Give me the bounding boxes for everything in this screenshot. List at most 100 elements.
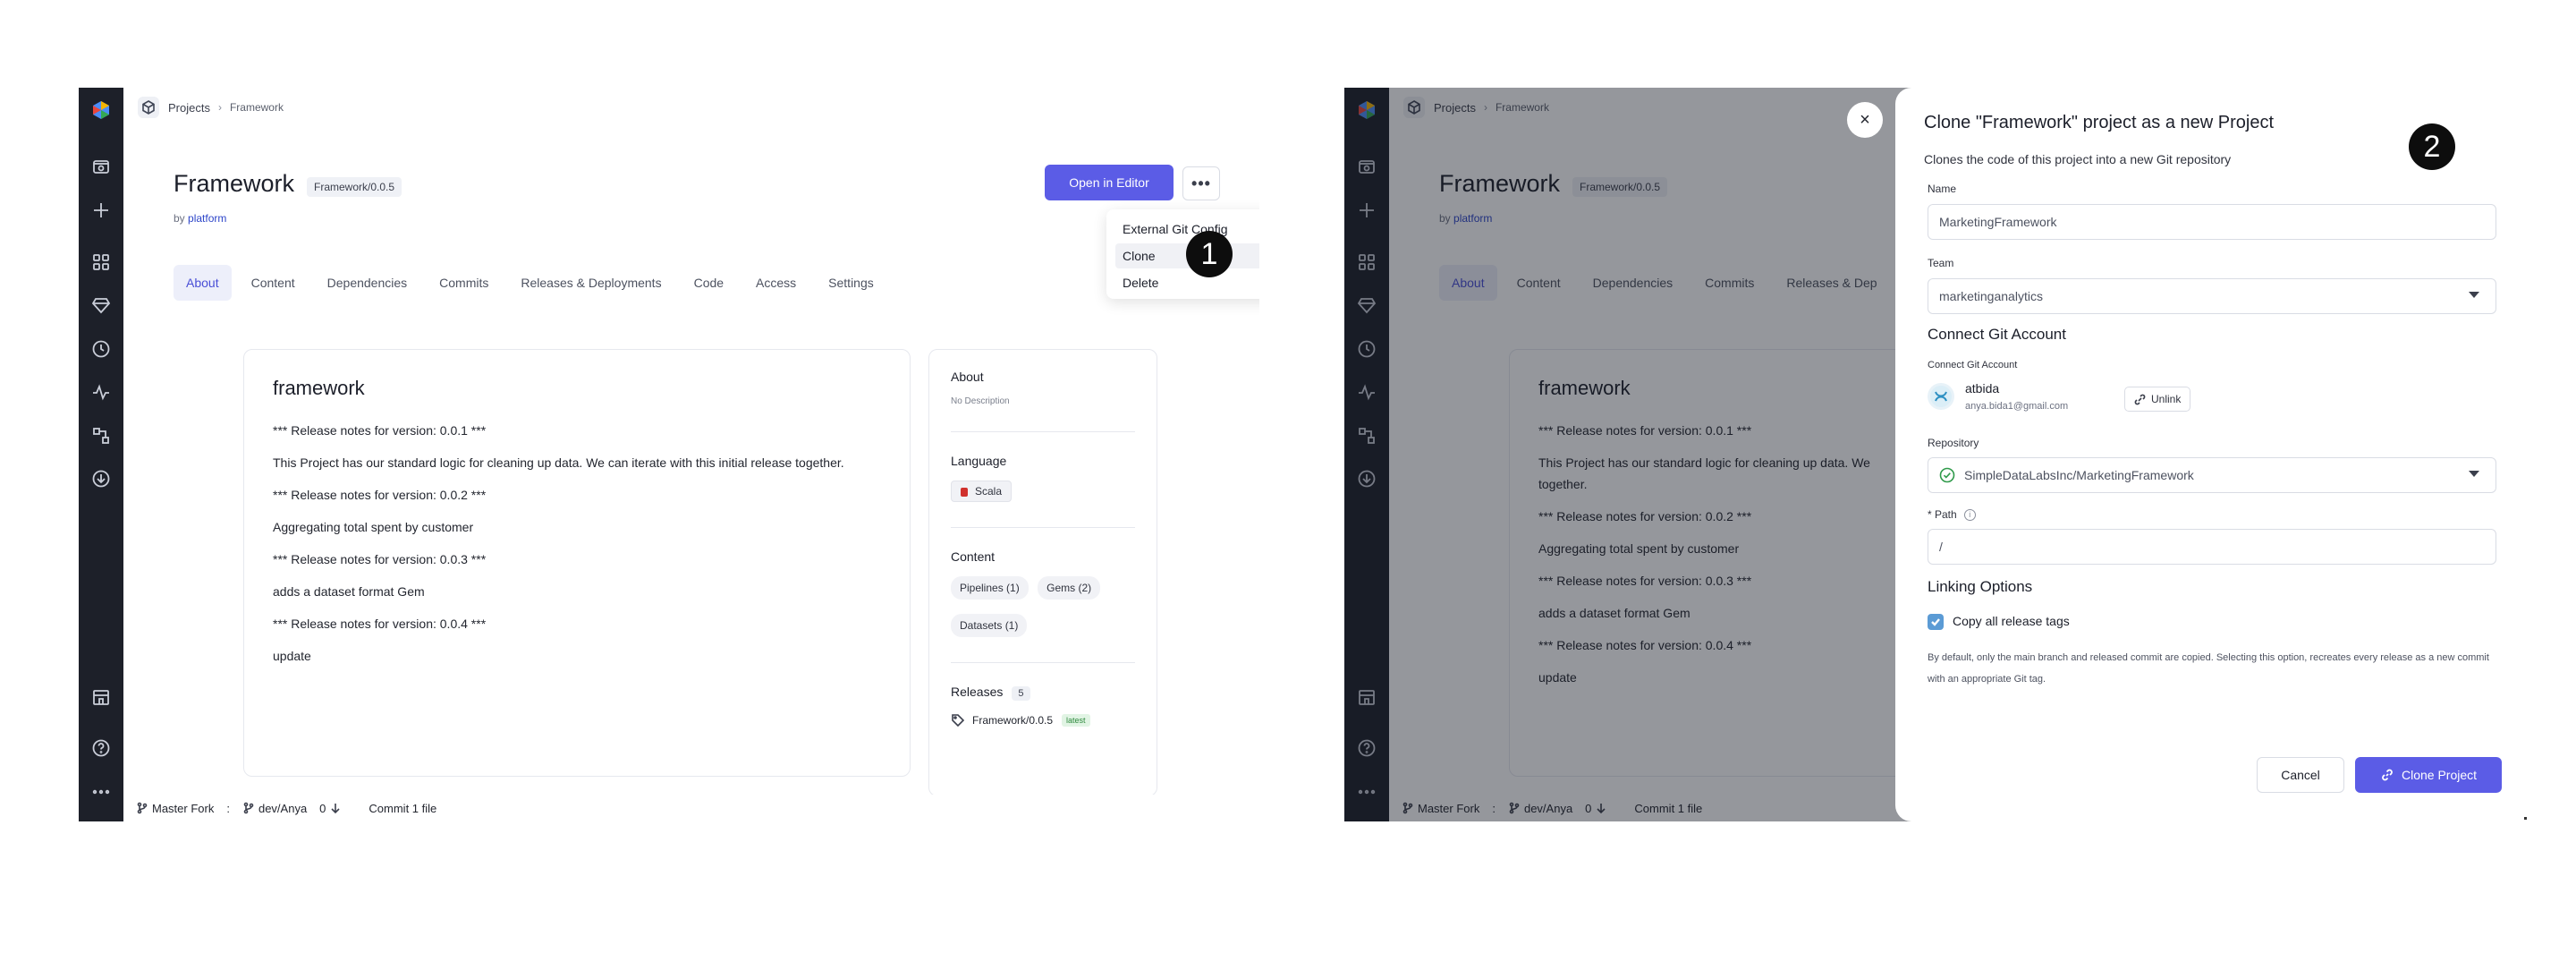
name-label: Name <box>1928 183 1957 195</box>
behind-indicator[interactable]: 0 <box>319 802 345 815</box>
git-account-heading: Connect Git Account <box>1928 326 2066 343</box>
release-name: Framework/0.0.5 <box>972 714 1054 727</box>
readme-line: Aggregating total spent by customer <box>273 520 474 534</box>
release-item[interactable]: Framework/0.0.5 latest <box>951 713 1135 728</box>
link-icon <box>2382 769 2393 781</box>
app-logo-icon[interactable] <box>91 100 111 120</box>
activity-icon[interactable] <box>91 382 111 402</box>
tab-dependencies[interactable]: Dependencies <box>315 265 420 301</box>
tab-content[interactable]: Content <box>239 265 308 301</box>
copy-tags-label[interactable]: Copy all release tags <box>1953 614 2070 628</box>
pipelines-chip[interactable]: Pipelines (1) <box>951 576 1029 600</box>
about-description: No Description <box>951 396 1010 406</box>
path-field[interactable]: / <box>1928 529 2496 565</box>
path-label-row: * Path i <box>1928 508 1976 522</box>
datasets-chip[interactable]: Datasets (1) <box>951 614 1028 637</box>
open-in-editor-button[interactable]: Open in Editor <box>1045 165 1174 200</box>
page-title: Framework <box>174 170 295 197</box>
team-select[interactable]: marketinganalytics <box>1928 278 2496 314</box>
checkmark-icon <box>1931 618 1940 626</box>
divider <box>951 431 1135 432</box>
breadcrumb: Projects › Framework <box>123 88 1259 127</box>
clone-project-button[interactable]: Clone Project <box>2355 757 2502 793</box>
check-circle-icon <box>1939 467 1955 483</box>
tab-access[interactable]: Access <box>743 265 809 301</box>
step-marker-2: 2 <box>2409 123 2455 170</box>
project-tabs: About Content Dependencies Commits Relea… <box>174 265 894 301</box>
divider <box>951 662 1135 663</box>
divider <box>951 527 1135 528</box>
account-name: atbida <box>1965 381 2000 396</box>
name-field[interactable]: MarketingFramework <box>1928 204 2496 240</box>
byline: by platform <box>174 212 226 225</box>
unlink-label: Unlink <box>2151 393 2182 405</box>
entities-icon[interactable] <box>91 252 111 272</box>
lineage-icon[interactable] <box>91 426 111 446</box>
version-badge: Framework/0.0.5 <box>307 177 402 197</box>
status-separator: : <box>226 801 230 815</box>
cancel-button[interactable]: Cancel <box>2257 757 2344 793</box>
owner-link[interactable]: platform <box>188 212 226 225</box>
marketplace-icon[interactable] <box>91 687 111 707</box>
help-icon[interactable] <box>91 738 111 758</box>
readme-line: adds a dataset format Gem <box>273 584 425 599</box>
dialog-subtitle: Clones the code of this project into a n… <box>1924 152 2232 166</box>
more-actions-button[interactable]: ••• <box>1182 166 1220 200</box>
tab-settings[interactable]: Settings <box>816 265 886 301</box>
breadcrumb-separator: › <box>217 101 222 114</box>
tab-releases[interactable]: Releases & Deployments <box>508 265 674 301</box>
unlink-icon <box>2134 394 2146 404</box>
breadcrumb-projects[interactable]: Projects <box>168 101 210 115</box>
latest-badge: latest <box>1062 714 1090 727</box>
step-marker-1: 1 <box>1186 231 1233 277</box>
unlink-button[interactable]: Unlink <box>2124 387 2191 412</box>
language-heading: Language <box>951 454 1007 468</box>
commit-button[interactable]: Commit 1 file <box>369 802 436 815</box>
clone-project-label: Clone Project <box>2401 768 2478 782</box>
avatar <box>1928 383 1954 410</box>
gem-icon[interactable] <box>91 295 111 315</box>
gems-chip[interactable]: Gems (2) <box>1038 576 1101 600</box>
breadcrumb-current: Framework <box>229 101 284 114</box>
repository-select[interactable]: SimpleDataLabsInc/MarketingFramework <box>1928 457 2496 493</box>
readme-card: framework *** Release notes for version:… <box>243 349 911 777</box>
tab-code[interactable]: Code <box>682 265 736 301</box>
git-branch-icon <box>137 802 148 814</box>
dialog-title: Clone "Framework" project as a new Proje… <box>1924 113 2275 132</box>
team-label: Team <box>1928 257 1954 269</box>
clock-icon[interactable] <box>91 339 111 359</box>
project-cube-icon <box>138 97 159 118</box>
content-heading: Content <box>951 549 996 564</box>
repository-label: Repository <box>1928 437 1979 449</box>
menu-item-external-git-config[interactable]: External Git Config <box>1115 217 1259 242</box>
scala-icon <box>961 487 968 497</box>
git-account-label: Connect Git Account <box>1928 360 2018 370</box>
download-icon[interactable] <box>91 469 111 489</box>
readme-line: *** Release notes for version: 0.0.3 *** <box>273 552 487 566</box>
branch-indicator[interactable]: dev/Anya <box>242 802 307 815</box>
projects-icon[interactable] <box>91 157 111 176</box>
info-icon[interactable]: i <box>1963 509 1976 522</box>
readme-line: *** Release notes for version: 0.0.2 *** <box>273 488 487 502</box>
plus-icon[interactable] <box>91 200 111 220</box>
project-page-left: Projects › Framework Framework Framework… <box>79 88 1259 821</box>
team-value: marketinganalytics <box>1939 289 2043 303</box>
fork-label: Master Fork <box>152 801 215 815</box>
copy-tags-checkbox[interactable] <box>1928 614 1944 630</box>
more-icon[interactable] <box>91 782 111 802</box>
chevron-down-icon <box>2469 292 2479 298</box>
account-email: anya.bida1@gmail.com <box>1965 401 2069 412</box>
fork-indicator[interactable]: Master Fork <box>136 802 214 815</box>
chevron-down-icon <box>2469 471 2479 477</box>
readme-line: This Project has our standard logic for … <box>273 455 844 470</box>
about-card: About No Description Language Scala Cont… <box>928 349 1157 796</box>
behind-count: 0 <box>319 801 326 815</box>
git-branch-icon <box>243 802 254 814</box>
tab-commits[interactable]: Commits <box>427 265 501 301</box>
close-drawer-button[interactable]: × <box>1847 102 1883 138</box>
repository-value: SimpleDataLabsInc/MarketingFramework <box>1964 468 2194 482</box>
menu-item-delete[interactable]: Delete <box>1115 270 1259 295</box>
tag-icon <box>952 714 965 728</box>
tab-about[interactable]: About <box>174 265 232 301</box>
status-bar: Master Fork : dev/Anya 0 Commit 1 file <box>123 795 1259 821</box>
